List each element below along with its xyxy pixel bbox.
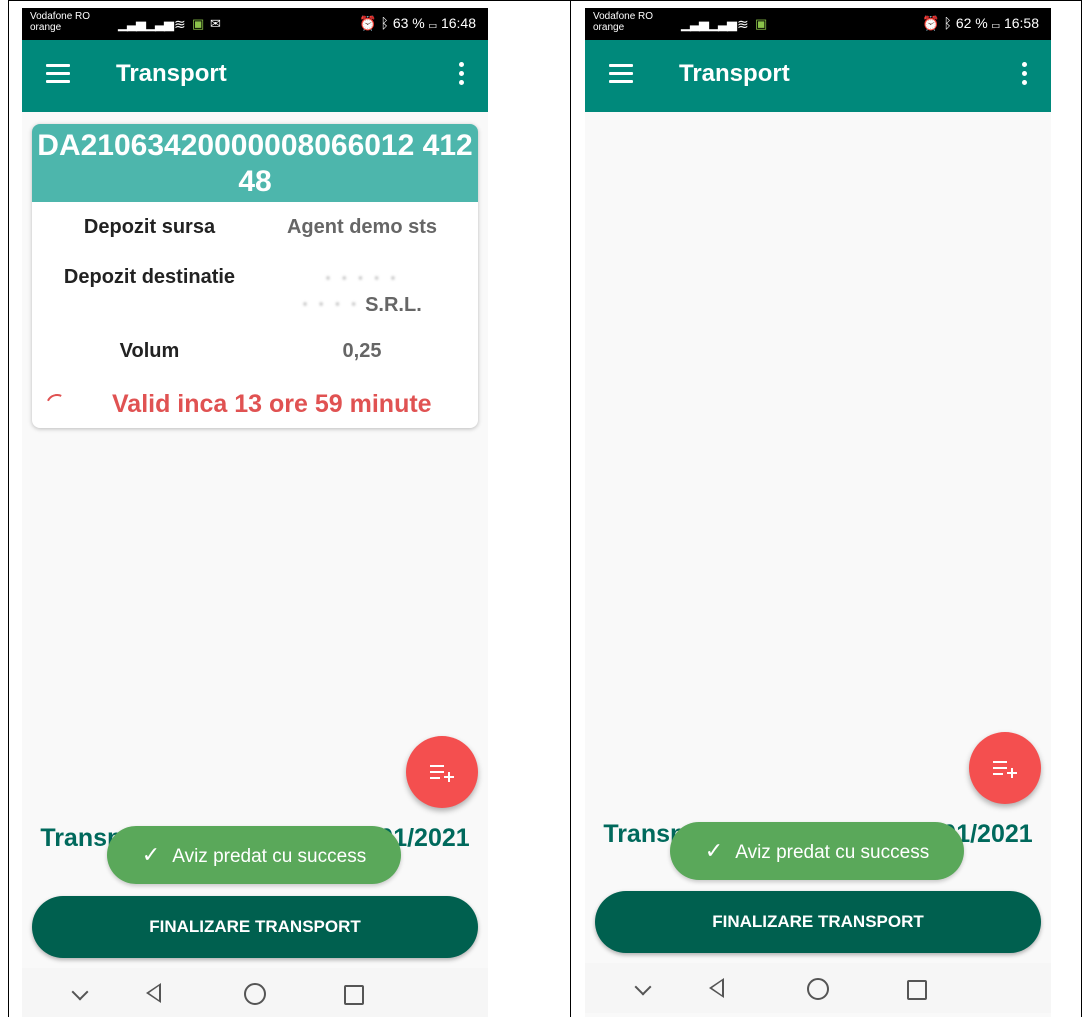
- alarm-icon: ⏰: [922, 15, 940, 31]
- hamburger-menu-icon[interactable]: [46, 64, 70, 83]
- check-icon: ✓: [141, 842, 161, 867]
- app-bar: Transport: [585, 40, 1051, 112]
- bluetooth-icon: ᛒ: [943, 15, 952, 31]
- success-toast: ✓ Aviz predat cu success: [670, 822, 964, 880]
- system-nav-bar: [22, 968, 488, 1017]
- validity-text: Valid inca 13 ore 59 minute: [112, 390, 432, 418]
- clock: 16:48: [440, 15, 476, 31]
- redacted-text-2: · · · ·: [302, 294, 360, 316]
- battery-percent: 63 %: [392, 15, 425, 31]
- check-icon: ✓: [704, 838, 724, 863]
- redacted-text: · · · · ·: [325, 268, 399, 290]
- transport-id: DA21063420000008066012 41248: [32, 124, 478, 202]
- add-item-button[interactable]: [969, 732, 1041, 804]
- hamburger-menu-icon[interactable]: [609, 64, 633, 83]
- success-toast: ✓ Aviz predat cu success: [107, 826, 401, 884]
- signal-icon-2: ▁▃▅: [146, 16, 174, 31]
- carrier-name: Vodafone RO: [30, 11, 91, 22]
- finish-transport-button[interactable]: FINALIZARE TRANSPORT: [32, 896, 478, 958]
- mail-icon: ✉: [210, 16, 221, 31]
- toast-text: Aviz predat cu success: [172, 846, 367, 867]
- nav-collapse-icon[interactable]: [71, 983, 89, 1001]
- battery-icon: ▭: [991, 15, 1001, 31]
- left-phone-screen: Vodafone RO orange ▁▃▅ ▁▃▅ ≋ ▣ ✉ ⏰ ᛒ 63 …: [22, 8, 488, 1017]
- nav-back-icon[interactable]: [146, 983, 161, 1003]
- wifi-icon: ≋: [737, 16, 749, 32]
- add-item-button[interactable]: [406, 736, 478, 808]
- carrier-sub: orange: [30, 22, 62, 33]
- status-bar: Vodafone RO orange ▁▃▅ ▁▃▅ ≋ ▣ ⏰ ᛒ 62 % …: [585, 8, 1051, 40]
- battery-icon: ▭: [428, 15, 438, 31]
- transport-card[interactable]: DA21063420000008066012 41248 Depozit sur…: [32, 124, 478, 428]
- battery-percent: 62 %: [955, 15, 988, 31]
- app-notification-icon: ▣: [192, 16, 204, 31]
- volume-label: Volum: [119, 340, 180, 362]
- system-nav-bar: [585, 963, 1051, 1013]
- carrier-sub: orange: [593, 22, 625, 33]
- clock: 16:58: [1003, 15, 1039, 31]
- source-value: Agent demo sts: [286, 216, 438, 238]
- signal-icon: ▁▃▅: [681, 16, 709, 31]
- volume-value: 0,25: [342, 340, 382, 362]
- finish-transport-button[interactable]: FINALIZARE TRANSPORT: [595, 891, 1041, 953]
- wifi-icon: ≋: [174, 16, 186, 32]
- loading-spinner-icon: [42, 390, 72, 420]
- more-options-icon[interactable]: [459, 62, 464, 89]
- nav-recents-icon[interactable]: [344, 985, 364, 1005]
- bluetooth-icon: ᛒ: [380, 15, 389, 31]
- app-bar: Transport: [22, 40, 488, 112]
- status-bar: Vodafone RO orange ▁▃▅ ▁▃▅ ≋ ▣ ✉ ⏰ ᛒ 63 …: [22, 8, 488, 40]
- nav-recents-icon[interactable]: [907, 980, 927, 1000]
- nav-collapse-icon[interactable]: [634, 978, 652, 996]
- destination-value-suffix: S.R.L.: [365, 294, 422, 316]
- app-notification-icon: ▣: [755, 16, 767, 31]
- nav-home-icon[interactable]: [244, 983, 266, 1005]
- nav-home-icon[interactable]: [807, 978, 829, 1000]
- toast-text: Aviz predat cu success: [735, 842, 930, 863]
- source-label: Depozit sursa: [83, 216, 216, 238]
- signal-icon-2: ▁▃▅: [709, 16, 737, 31]
- more-options-icon[interactable]: [1022, 62, 1027, 89]
- playlist-add-icon: [430, 763, 456, 783]
- signal-icon: ▁▃▅: [118, 16, 146, 31]
- app-title: Transport: [679, 60, 790, 87]
- alarm-icon: ⏰: [359, 15, 377, 31]
- nav-back-icon[interactable]: [709, 978, 724, 998]
- carrier-name: Vodafone RO: [593, 11, 654, 22]
- app-title: Transport: [116, 60, 227, 87]
- playlist-add-icon: [993, 759, 1019, 779]
- right-phone-screen: Vodafone RO orange ▁▃▅ ▁▃▅ ≋ ▣ ⏰ ᛒ 62 % …: [585, 8, 1051, 1017]
- destination-label: Depozit destinatie: [63, 266, 236, 288]
